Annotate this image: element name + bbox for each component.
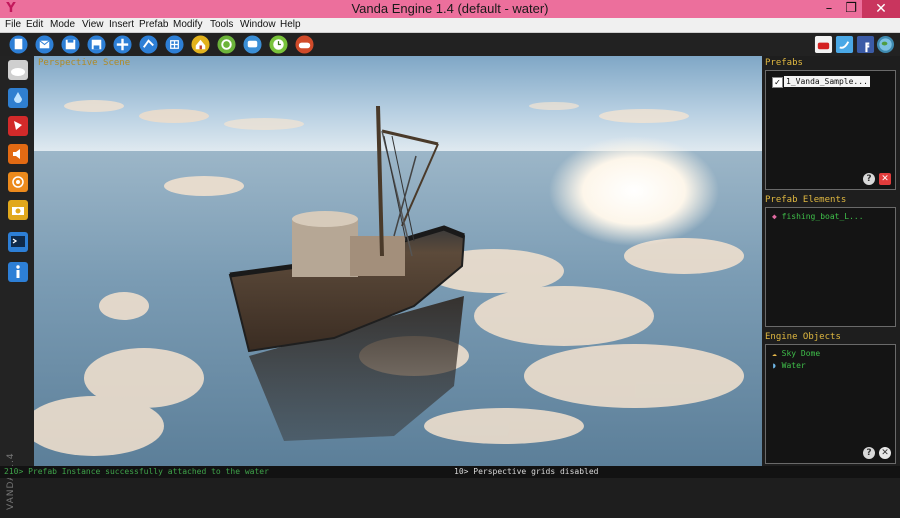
right-panel-column: Prefabs ✓ 1_Vanda_Sample... ? ✕ Prefab E… — [763, 56, 900, 466]
save-icon[interactable] — [61, 35, 80, 54]
ambient-sound-icon[interactable] — [8, 172, 28, 192]
grid-icon[interactable] — [165, 35, 184, 54]
status-grid-message: 10> Perspective grids disabled — [454, 467, 599, 476]
save-as-icon[interactable] — [87, 35, 106, 54]
help-icon[interactable]: ? — [863, 447, 875, 459]
menu-tools[interactable]: Tools — [210, 18, 233, 32]
globe-icon[interactable] — [876, 35, 895, 54]
engine-object-label: Sky Dome — [781, 349, 821, 358]
sky-dome-icon: ☁ — [772, 349, 777, 358]
sound-icon[interactable] — [8, 144, 28, 164]
menu-bar: File Edit Mode View Insert Prefab Modify… — [0, 18, 900, 33]
move-icon[interactable] — [113, 35, 132, 54]
menu-modify[interactable]: Modify — [173, 18, 202, 32]
export-icon[interactable] — [139, 35, 158, 54]
version-label: VANDA 1.4 — [2, 448, 32, 518]
menu-insert[interactable]: Insert — [109, 18, 134, 32]
menu-help[interactable]: Help — [280, 18, 301, 32]
status-message: 210> Prefab Instance successfully attach… — [4, 467, 269, 476]
prefab-elements-title: Prefab Elements — [765, 195, 847, 205]
version-text: VANDA 1.4 — [6, 452, 16, 510]
twitter-icon[interactable] — [835, 35, 854, 54]
list-item[interactable]: ◗ Water — [772, 361, 806, 370]
delete-prefab-icon[interactable]: ✕ — [879, 173, 891, 185]
refresh-icon[interactable] — [217, 35, 236, 54]
menu-prefab[interactable]: Prefab — [139, 18, 168, 32]
close-window-button[interactable]: ✕ — [862, 0, 900, 18]
gamepad-icon[interactable] — [295, 35, 314, 54]
prefab-item[interactable]: 1_Vanda_Sample... — [784, 76, 870, 87]
prefabs-title: Prefabs — [765, 58, 803, 68]
light-icon[interactable] — [8, 116, 28, 136]
left-tool-column: VANDA 1.4 — [0, 56, 34, 510]
sky-icon[interactable] — [8, 60, 28, 80]
chat-icon[interactable] — [243, 35, 262, 54]
new-icon[interactable] — [9, 35, 28, 54]
toolbar — [0, 33, 900, 56]
status-bar: 210> Prefab Instance successfully attach… — [0, 466, 900, 478]
water-drop-icon: ◗ — [772, 361, 777, 370]
scene-render — [34, 56, 762, 466]
list-item[interactable]: ◆ fishing_boat_L... — [772, 212, 864, 221]
menu-mode[interactable]: Mode — [50, 18, 75, 32]
camera-icon[interactable] — [8, 200, 28, 220]
prefab-elements-panel: ◆ fishing_boat_L... — [765, 207, 896, 327]
viewport-label: Perspective Scene — [38, 58, 131, 68]
title-bar: Y Vanda Engine 1.4 (default - water) – ❐… — [0, 0, 900, 18]
menu-window[interactable]: Window — [240, 18, 276, 32]
menu-edit[interactable]: Edit — [26, 18, 43, 32]
info-icon[interactable] — [8, 262, 28, 282]
scene-viewport[interactable]: Perspective Scene — [34, 56, 762, 466]
engine-objects-panel: ☁ Sky Dome ◗ Water ? ✕ — [765, 344, 896, 464]
home-icon[interactable] — [191, 35, 210, 54]
menu-file[interactable]: File — [5, 18, 21, 32]
console-icon[interactable] — [8, 232, 28, 252]
prefab-checkbox[interactable]: ✓ — [772, 77, 783, 88]
help-icon[interactable]: ? — [863, 173, 875, 185]
facebook-icon[interactable] — [856, 35, 875, 54]
prefab-element-label: fishing_boat_L... — [781, 212, 864, 221]
engine-object-label: Water — [781, 361, 806, 370]
prefabs-panel: ✓ 1_Vanda_Sample... ? ✕ — [765, 70, 896, 190]
menu-view[interactable]: View — [82, 18, 104, 32]
water-icon[interactable] — [8, 88, 28, 108]
maximize-button[interactable]: ❐ — [838, 0, 864, 18]
window-title: Vanda Engine 1.4 (default - water) — [351, 1, 549, 16]
clock-icon[interactable] — [269, 35, 288, 54]
open-icon[interactable] — [35, 35, 54, 54]
list-item[interactable]: ☁ Sky Dome — [772, 349, 820, 358]
youtube-icon[interactable] — [814, 35, 833, 54]
mesh-icon: ◆ — [772, 212, 777, 221]
close-icon[interactable]: ✕ — [879, 447, 891, 459]
engine-objects-title: Engine Objects — [765, 332, 841, 342]
